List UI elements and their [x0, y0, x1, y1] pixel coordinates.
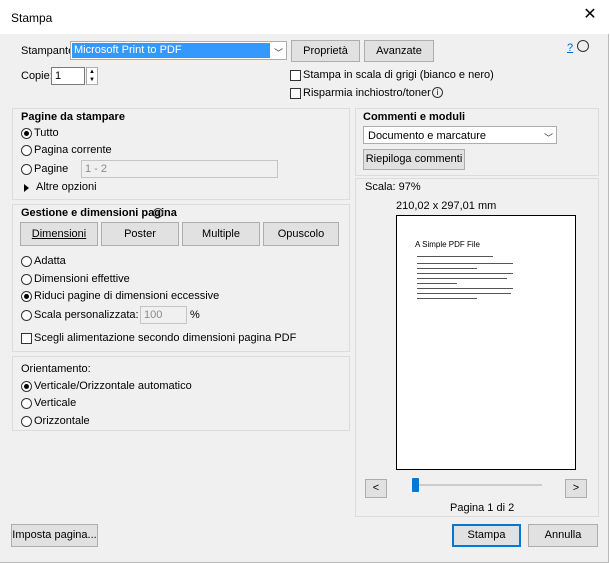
pages-range-radio[interactable] — [21, 164, 32, 175]
cancel-button[interactable]: Annulla — [528, 524, 598, 547]
pages-current-label: Pagina corrente — [34, 144, 112, 156]
comments-selected-value: Documento e marcature — [368, 130, 486, 142]
save-ink-label: Risparmia inchiostro/toner — [303, 87, 431, 99]
orientation-portrait-radio[interactable] — [21, 398, 32, 409]
preview-size: 210,02 x 297,01 mm — [396, 200, 497, 212]
title-bar: Stampa ✕ — [0, 0, 610, 34]
page-slider[interactable] — [412, 478, 542, 496]
custom-scale-value: 100 — [144, 309, 163, 321]
more-options-link[interactable]: Altre opzioni — [36, 181, 97, 193]
tab-poster[interactable]: Poster — [101, 222, 179, 246]
printer-select[interactable]: Microsoft Print to PDF ﹀ — [70, 41, 287, 60]
pages-heading: Pagine da stampare — [21, 111, 125, 123]
orientation-auto-label: Verticale/Orizzontale automatico — [34, 380, 192, 392]
arrow-up-icon[interactable]: ▲ — [89, 69, 95, 75]
fit-label: Adatta — [34, 255, 66, 267]
page-slider-track — [412, 484, 542, 486]
printer-selected-value: Microsoft Print to PDF — [72, 43, 270, 58]
paper-source-label: Scegli alimentazione secondo dimensioni … — [34, 332, 297, 344]
sizing-info-icon[interactable]: i — [153, 208, 163, 218]
comments-heading: Commenti e moduli — [363, 111, 466, 123]
preview-text-line — [417, 293, 511, 294]
advanced-button[interactable]: Avanzate — [364, 40, 434, 62]
save-ink-checkbox[interactable] — [290, 88, 301, 99]
orientation-portrait-label: Verticale — [34, 397, 77, 409]
fit-radio[interactable] — [21, 256, 32, 267]
preview-text-line — [417, 288, 513, 289]
tab-dimensions[interactable]: Dimensioni — [20, 222, 98, 246]
copies-input[interactable]: 1 — [51, 67, 85, 85]
pages-all-radio[interactable] — [21, 128, 32, 139]
custom-scale-radio[interactable] — [21, 310, 32, 321]
chevron-down-icon: ﹀ — [543, 133, 553, 143]
shrink-label: Riduci pagine di dimensioni eccessive — [34, 290, 220, 302]
preview-text-line — [417, 283, 457, 284]
close-icon[interactable]: ✕ — [583, 7, 597, 23]
custom-scale-unit: % — [190, 309, 200, 321]
properties-button[interactable]: Proprietà — [291, 40, 360, 62]
prev-page-button[interactable]: < — [365, 479, 387, 498]
orientation-landscape-label: Orizzontale — [34, 415, 90, 427]
print-button[interactable]: Stampa — [452, 524, 521, 547]
actual-size-radio[interactable] — [21, 274, 32, 285]
pages-all-label: Tutto — [34, 127, 59, 139]
help-icon[interactable] — [577, 40, 589, 52]
preview-doc-title: A Simple PDF File — [415, 240, 480, 249]
orientation-auto-radio[interactable] — [21, 381, 32, 392]
page-setup-button[interactable]: Imposta pagina... — [11, 524, 98, 547]
pages-range-label: Pagine — [34, 163, 69, 175]
preview-text-line — [417, 268, 477, 269]
page-slider-thumb[interactable] — [412, 478, 419, 492]
next-page-button[interactable]: > — [565, 479, 587, 498]
grayscale-checkbox[interactable] — [290, 70, 301, 81]
preview-text-line — [417, 273, 513, 274]
shrink-radio[interactable] — [21, 291, 32, 302]
pages-range-value: 1 - 2 — [85, 163, 108, 175]
summarize-comments-button[interactable]: Riepiloga commenti — [363, 149, 465, 170]
copies-label: Copie: — [21, 70, 53, 82]
preview-text-line — [417, 256, 493, 257]
preview-page: A Simple PDF File — [396, 215, 576, 470]
page-indicator: Pagina 1 di 2 — [450, 502, 515, 514]
paper-source-checkbox[interactable] — [21, 333, 32, 344]
copies-stepper[interactable]: ▲ ▼ — [86, 67, 98, 85]
pages-range-input[interactable]: 1 - 2 — [81, 160, 278, 178]
preview-text-line — [417, 278, 507, 279]
grayscale-label: Stampa in scala di grigi (bianco e nero) — [303, 69, 494, 81]
copies-value: 1 — [55, 70, 62, 82]
preview-scale: Scala: 97% — [365, 181, 421, 193]
printer-label: Stampante: — [21, 45, 78, 57]
custom-scale-label: Scala personalizzata: — [34, 309, 139, 321]
actual-size-label: Dimensioni effettive — [34, 273, 130, 285]
arrow-down-icon[interactable]: ▼ — [89, 77, 95, 83]
tab-dimensions-label: Dimensioni — [31, 228, 87, 240]
pages-current-radio[interactable] — [21, 145, 32, 156]
custom-scale-input[interactable]: 100 — [140, 306, 187, 324]
orientation-landscape-radio[interactable] — [21, 416, 32, 427]
preview-text-line — [417, 263, 513, 264]
tab-booklet[interactable]: Opuscolo — [263, 222, 339, 246]
comments-select[interactable]: Documento e marcature ﹀ — [363, 126, 557, 144]
chevron-down-icon: ﹀ — [273, 48, 283, 58]
orientation-heading: Orientamento: — [21, 363, 91, 375]
help-link[interactable]: ? — [567, 42, 573, 54]
preview-text-line — [417, 298, 477, 299]
expand-arrow-icon[interactable] — [24, 184, 29, 192]
tab-multiple[interactable]: Multiple — [182, 222, 260, 246]
info-icon[interactable]: i — [432, 87, 443, 98]
window-title: Stampa — [11, 11, 53, 25]
